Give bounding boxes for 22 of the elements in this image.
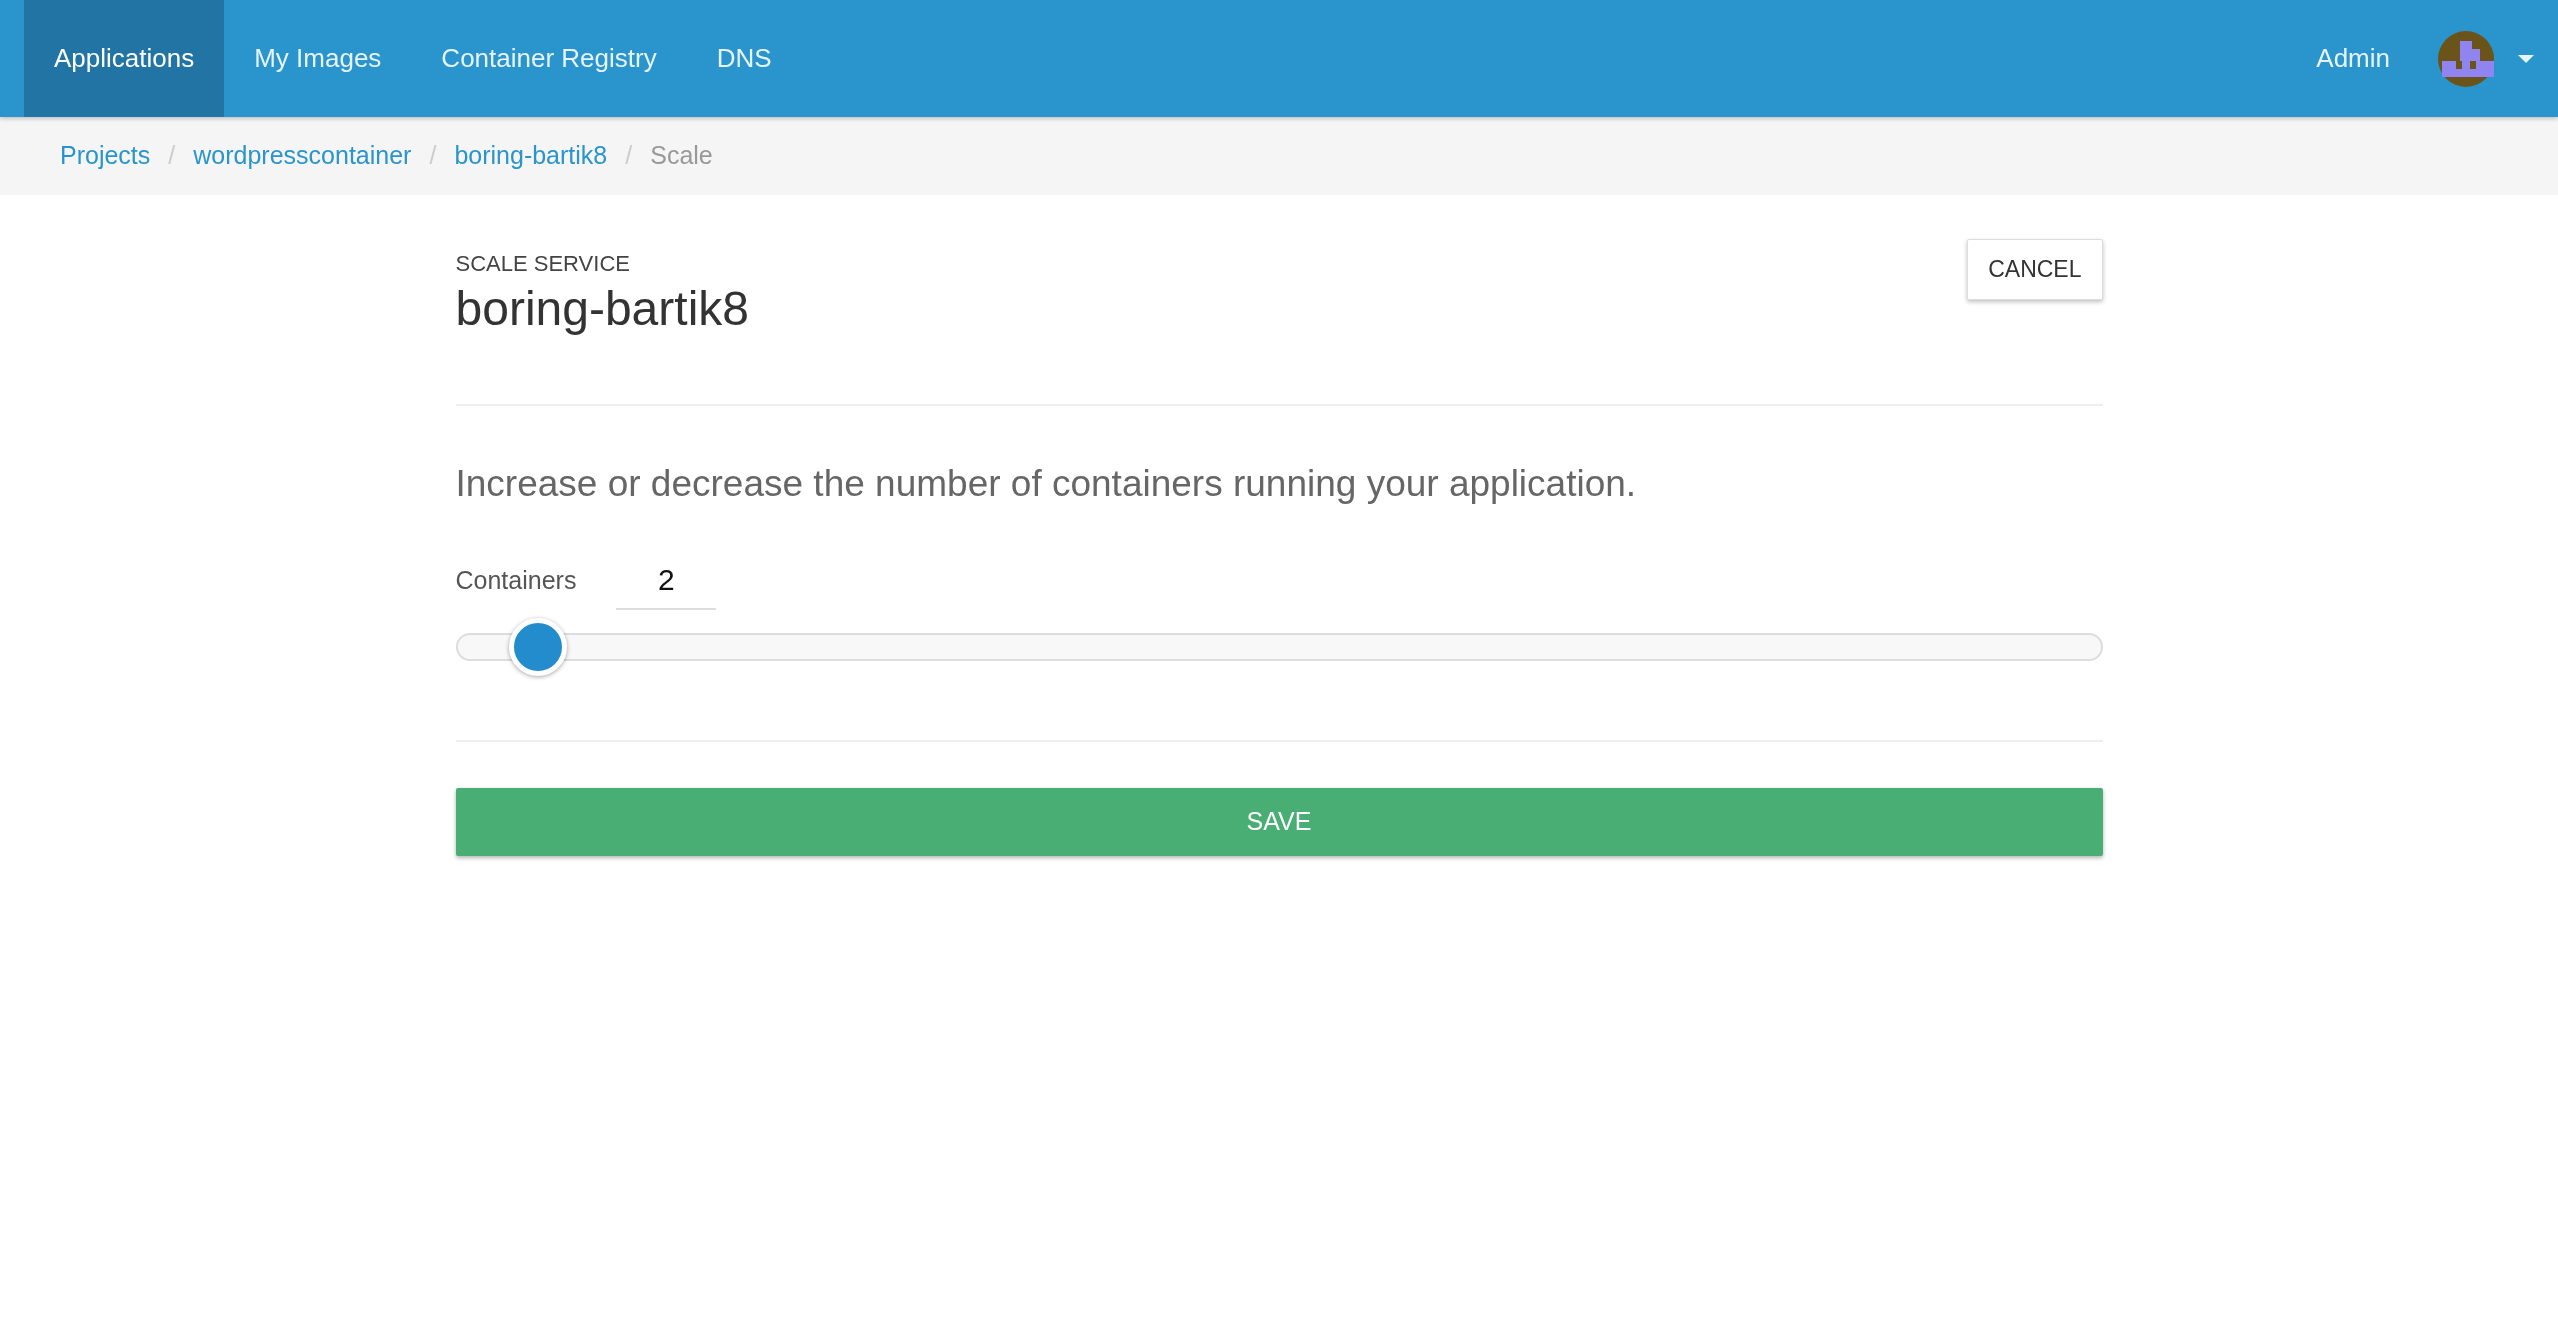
breadcrumb-separator: / <box>168 140 176 172</box>
caret-icon[interactable] <box>2518 54 2534 63</box>
breadcrumb-link[interactable]: Projects <box>60 137 151 175</box>
breadcrumb-separator: / <box>429 140 437 172</box>
breadcrumb-link[interactable]: boring-bartik8 <box>454 137 608 175</box>
description-text: Increase or decrease the number of containers running your application. <box>455 461 1638 506</box>
service-title: boring-bartik8 <box>455 281 749 337</box>
breadcrumb-link[interactable]: wordpresscontainer <box>193 137 412 175</box>
breadcrumb-separator: / <box>625 140 633 172</box>
containers-label: Containers <box>455 564 577 596</box>
nav-tab[interactable]: Container Registry <box>411 0 687 117</box>
nav-tab[interactable]: DNS <box>686 0 802 117</box>
save-button[interactable]: SAVE <box>455 788 2103 857</box>
section-label: SCALE SERVICE <box>455 250 631 278</box>
nav-tab[interactable]: Applications <box>24 0 225 117</box>
user-name[interactable]: Admin <box>2316 39 2390 78</box>
avatar-icon[interactable] <box>2438 30 2494 87</box>
breadcrumb-current: Scale <box>650 140 713 172</box>
containers-input[interactable]: 2 <box>616 551 717 611</box>
slider-track[interactable] <box>455 633 2103 662</box>
cancel-button[interactable]: CANCEL <box>1967 239 2103 300</box>
nav-tab[interactable]: My Images <box>224 0 412 117</box>
